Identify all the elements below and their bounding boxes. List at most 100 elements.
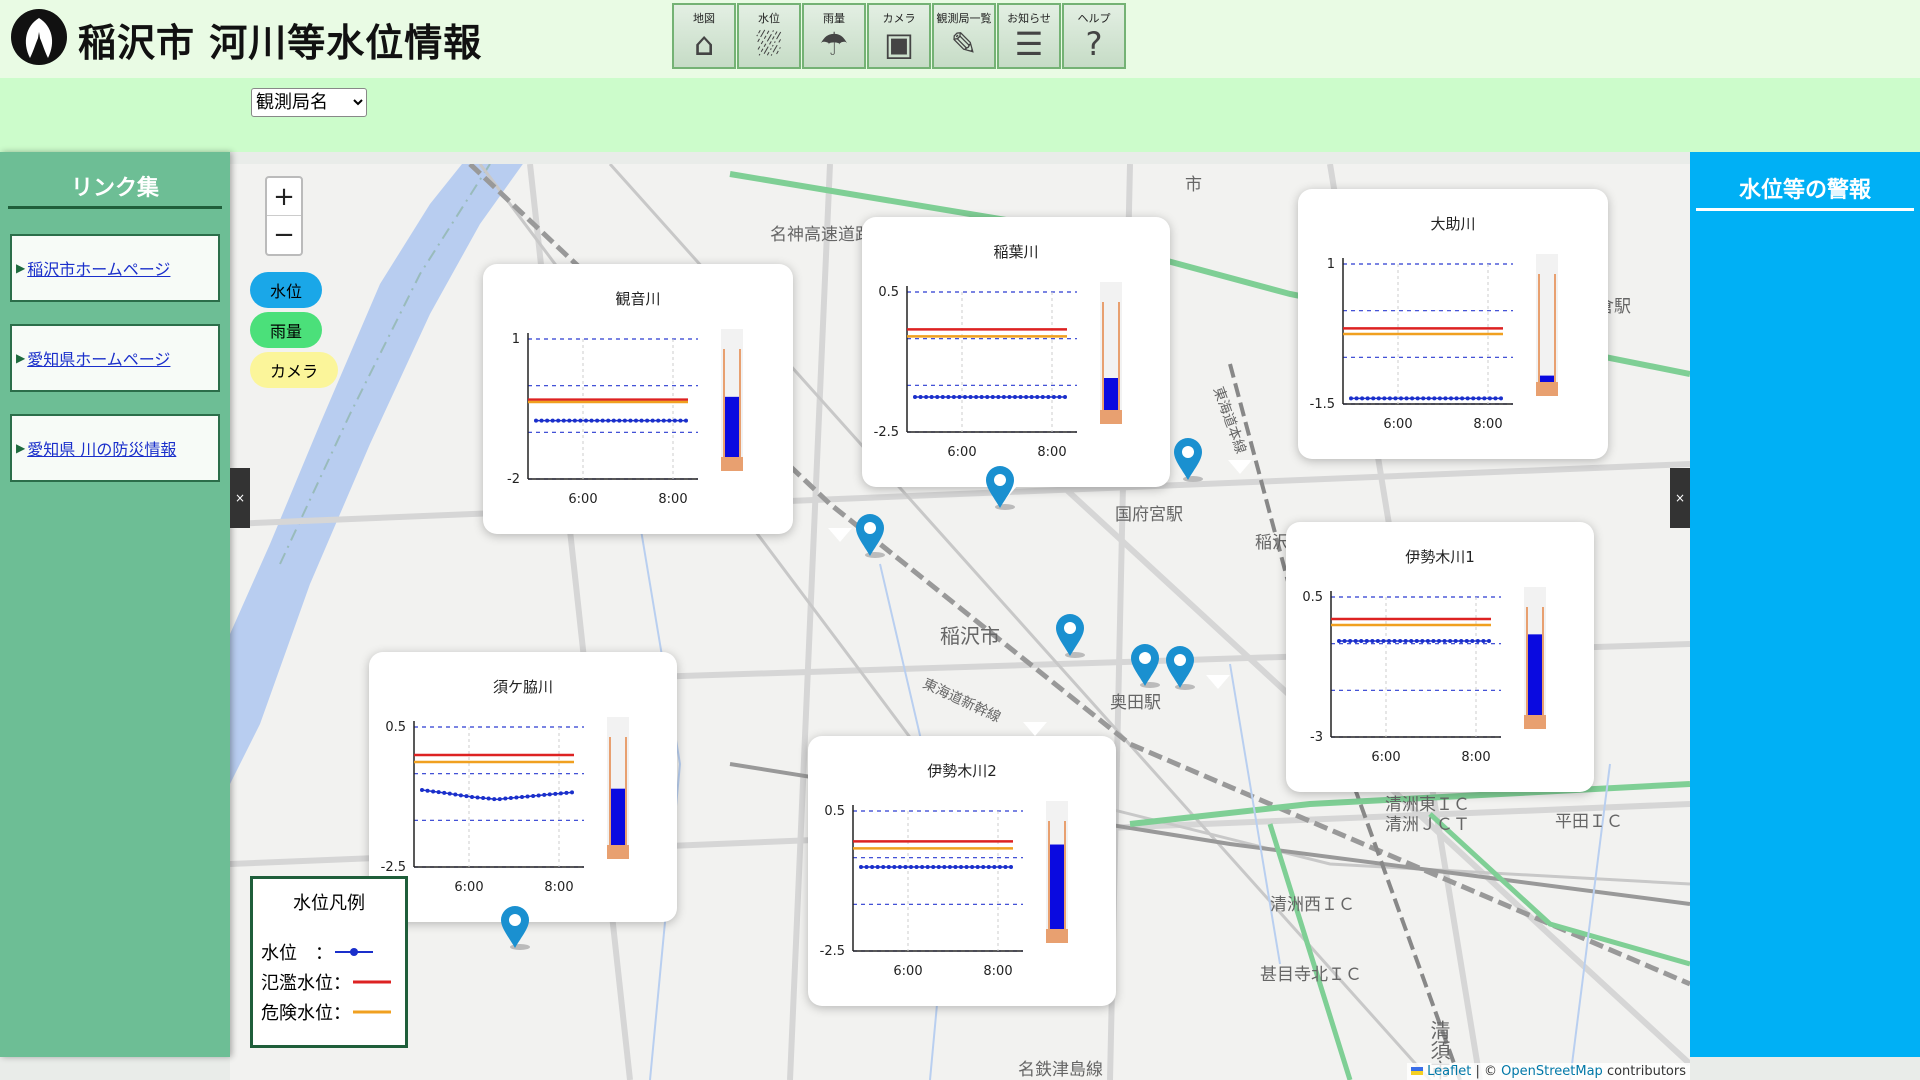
zoom-out-button[interactable]: − xyxy=(267,216,301,254)
map-marker-icon[interactable] xyxy=(1053,612,1087,658)
y-tick-min: -1.5 xyxy=(1310,397,1335,412)
water-level-point xyxy=(1415,396,1420,401)
right-panel-title: 水位等の警報 xyxy=(1696,172,1914,211)
water-level-point xyxy=(1381,639,1386,643)
map-label: 国府宮駅 xyxy=(1115,505,1183,525)
right-panel-close-button[interactable]: × xyxy=(1670,468,1690,528)
left-panel-close-button[interactable]: × xyxy=(230,468,250,528)
toolbar-station-list-button[interactable]: 観測局一覧 ✎ xyxy=(932,3,996,69)
toolbar-map-button[interactable]: 地図 ⌂ xyxy=(672,3,736,69)
y-tick-min: -2.5 xyxy=(381,860,406,875)
toolbar-label: 雨量 xyxy=(823,12,845,25)
map-label: 稲沢 xyxy=(1255,533,1289,553)
toolbar-rainfall-button[interactable]: 雨量 ☂ xyxy=(802,3,866,69)
water-level-point xyxy=(536,793,541,798)
water-level-point xyxy=(558,791,563,796)
toolbar-label: カメラ xyxy=(882,12,916,25)
station-list-icon: ✎ xyxy=(950,25,978,63)
help-icon: ? xyxy=(1085,25,1103,63)
link-text[interactable]: 愛知県ホームページ xyxy=(27,346,170,370)
link-text[interactable]: 愛知県 川の防災情報 xyxy=(27,436,176,460)
water-level-point xyxy=(1414,639,1419,643)
water-level-point xyxy=(553,791,558,796)
map-marker-icon[interactable] xyxy=(1163,644,1197,690)
link-aichi-river-disaster[interactable]: ▶ 愛知県 川の防災情報 xyxy=(10,414,220,482)
water-level-point xyxy=(942,865,947,869)
zoom-in-button[interactable]: + xyxy=(267,178,301,216)
toolbar-notice-button[interactable]: お知らせ ☰ xyxy=(997,3,1061,69)
water-level-point xyxy=(475,795,480,800)
water-level-point xyxy=(990,395,995,399)
water-level-point xyxy=(1024,395,1029,399)
water-level-point xyxy=(564,790,569,795)
water-level-point xyxy=(903,865,908,869)
station-popup[interactable]: 須ケ脇川 0.5 -2.5 6:00 8:00 xyxy=(369,652,677,922)
x-tick-label: 8:00 xyxy=(1461,750,1490,765)
map-label: 甚目寺北ＩＣ xyxy=(1260,965,1362,985)
toolbar-camera-button[interactable]: カメラ ▣ xyxy=(867,3,931,69)
water-level-point xyxy=(584,418,588,423)
water-level-point xyxy=(1029,395,1034,399)
map-marker-icon[interactable] xyxy=(853,512,887,558)
link-text[interactable]: 稲沢市ホームページ xyxy=(27,256,170,280)
water-level-point xyxy=(1337,639,1341,643)
water-level-chart: 0.5 -2.5 6:00 8:00 xyxy=(381,717,629,895)
water-level-point xyxy=(1443,396,1448,401)
station-popup[interactable]: 観音川 1 -2 6:00 8:00 xyxy=(483,264,793,534)
water-level-point xyxy=(1410,396,1415,401)
water-level-point xyxy=(572,418,577,423)
y-tick-min: -2 xyxy=(507,472,520,487)
water-level-point xyxy=(645,418,650,423)
water-level-point xyxy=(431,789,436,794)
map-marker-icon[interactable] xyxy=(1128,642,1162,688)
map-marker-icon[interactable] xyxy=(498,904,532,950)
water-level-point xyxy=(520,795,524,799)
water-level-point xyxy=(678,418,683,423)
zoom-control: + − xyxy=(265,176,303,256)
water-level-point xyxy=(1431,639,1436,643)
water-level-point xyxy=(545,418,550,423)
water-level-point xyxy=(1009,865,1013,869)
water-level-point xyxy=(453,792,458,797)
y-tick-max: 0.5 xyxy=(385,720,406,735)
link-aichi-pref[interactable]: ▶ 愛知県ホームページ xyxy=(10,324,220,392)
map-label: 市 xyxy=(1185,175,1202,195)
water-level-point xyxy=(1375,639,1380,643)
leaflet-link[interactable]: Leaflet xyxy=(1427,1064,1471,1079)
station-popup[interactable]: 大助川 1 -1.5 6:00 8:00 xyxy=(1298,189,1608,459)
map-marker-icon[interactable] xyxy=(1171,436,1205,482)
water-level-point xyxy=(1470,639,1475,643)
water-level-point xyxy=(1353,639,1358,643)
layer-toggle-water[interactable]: 水位 xyxy=(250,272,322,308)
water-level-icon: ⛆ xyxy=(756,25,782,63)
layer-toggle-camera[interactable]: カメラ xyxy=(250,352,338,388)
water-level-point xyxy=(979,395,984,399)
gauge-fill xyxy=(724,396,740,457)
water-level-point xyxy=(957,395,962,399)
legend-swatch xyxy=(353,980,391,984)
station-popup[interactable]: 伊勢木川2 0.5 -2.5 6:00 8:00 xyxy=(808,736,1116,1006)
map-marker-icon[interactable] xyxy=(983,464,1017,510)
toolbar-water-level-button[interactable]: 水位 ⛆ xyxy=(737,3,801,69)
link-inazawa-city[interactable]: ▶ 稲沢市ホームページ xyxy=(10,234,220,302)
water-level-point xyxy=(534,418,538,423)
water-level-point xyxy=(935,395,940,399)
osm-link[interactable]: OpenStreetMap xyxy=(1501,1064,1603,1079)
station-popup[interactable]: 稲葉川 0.5 -2.5 6:00 8:00 xyxy=(862,217,1170,487)
water-level-point xyxy=(1018,395,1023,399)
water-level-point xyxy=(953,865,958,869)
legend-row: 水位 ： xyxy=(261,939,375,965)
water-level-point xyxy=(503,796,508,801)
layer-toggle-rain[interactable]: 雨量 xyxy=(250,312,322,348)
station-popup[interactable]: 伊勢木川1 0.5 -3 6:00 8:00 xyxy=(1286,522,1594,792)
water-level-chart: 1 -2 6:00 8:00 xyxy=(507,329,743,507)
water-level-point xyxy=(650,418,655,423)
main-toolbar: 地図 ⌂ 水位 ⛆ 雨量 ☂ カメラ ▣ 観測局一覧 ✎ お知らせ ☰ ヘルプ? xyxy=(672,3,1126,69)
popup-tip xyxy=(828,528,852,542)
toolbar-label: お知らせ xyxy=(1007,12,1051,25)
water-level-point xyxy=(981,865,986,869)
toolbar-help-button[interactable]: ヘルプ? xyxy=(1062,3,1126,69)
water-level-point xyxy=(970,865,975,869)
water-level-point xyxy=(514,795,519,800)
station-select[interactable]: 観測局名 xyxy=(251,88,367,117)
